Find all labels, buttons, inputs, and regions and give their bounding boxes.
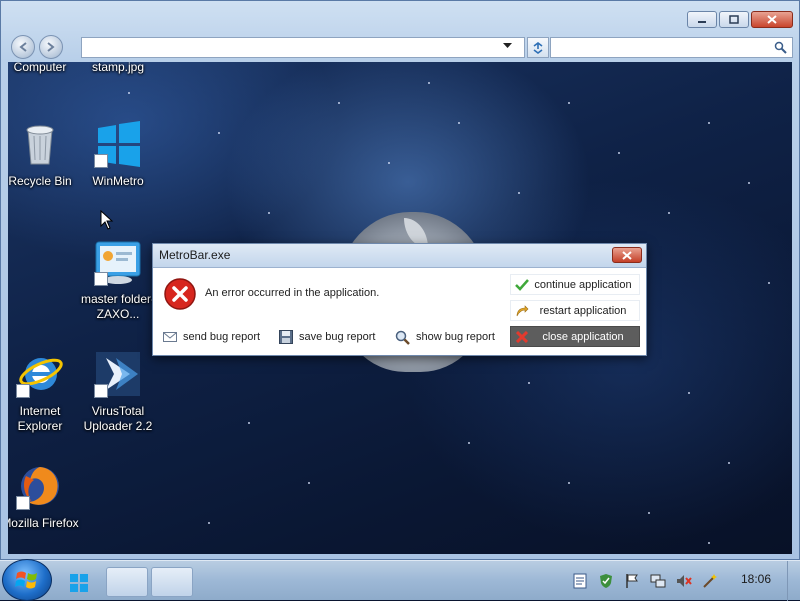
action-label: continue application (534, 278, 632, 291)
show-bug-report-button[interactable]: show bug report (395, 327, 495, 347)
desktop-icon-internet-explorer[interactable]: Internet Explorer (8, 350, 80, 434)
windows-flag-icon (15, 571, 37, 589)
desktop-icon-label: VirusTotal Uploader 2.2 (83, 404, 153, 433)
forward-arrow-icon (47, 42, 55, 52)
desktop-icon-recycle-bin[interactable]: Recycle Bin (8, 120, 80, 189)
start-button[interactable] (2, 559, 52, 601)
refresh-icon (533, 41, 543, 54)
wand-icon[interactable] (702, 573, 718, 589)
network-icon[interactable] (650, 573, 666, 589)
continue-application-button[interactable]: continue application (510, 274, 640, 295)
error-message: An error occurred in the application. (205, 287, 380, 299)
bug-button-label: send bug report (183, 331, 261, 343)
shortcut-arrow-icon (16, 384, 30, 398)
red-x-icon (511, 330, 533, 343)
folder-control-panel-icon (94, 238, 142, 286)
shortcut-arrow-icon (94, 272, 108, 286)
system-tray (572, 573, 718, 589)
navigation-bar (9, 33, 793, 61)
action-center-flag-icon[interactable] (624, 573, 640, 589)
close-icon (622, 250, 632, 260)
back-arrow-icon (19, 42, 27, 52)
close-icon (767, 15, 777, 24)
close-application-button[interactable]: close application (510, 326, 640, 347)
refresh-button[interactable] (527, 37, 549, 58)
security-shield-icon[interactable] (598, 573, 614, 589)
desktop-icon-computer[interactable]: Computer (8, 62, 80, 75)
desktop-icon-label: Internet Explorer (17, 404, 63, 433)
search-input[interactable] (550, 37, 793, 58)
maximize-icon (729, 15, 739, 24)
desktop-icon-master-folder[interactable]: master folder-ZAXO... (78, 238, 158, 322)
action-label: close application (542, 330, 624, 343)
desktop-icon-label: Computer (13, 62, 67, 74)
mail-icon (163, 332, 177, 342)
minimize-icon (698, 20, 706, 23)
show-desktop-button[interactable] (787, 561, 800, 601)
action-label: restart application (539, 304, 627, 317)
dialog-close-button[interactable] (612, 247, 642, 263)
restart-arrow-icon (511, 304, 533, 317)
document-icon[interactable] (572, 573, 588, 589)
shortcut-arrow-icon (94, 384, 108, 398)
desktop-icon-label: Recycle Bin (8, 174, 72, 188)
volume-muted-icon[interactable] (676, 573, 692, 589)
dialog-titlebar[interactable]: MetroBar.exe (153, 244, 646, 268)
desktop-icon-label: stamp.jpg (91, 62, 145, 74)
bug-button-label: save bug report (299, 331, 376, 343)
taskbar-button-2[interactable] (151, 567, 193, 597)
taskbar-button-1[interactable] (106, 567, 148, 597)
mouse-cursor-icon (100, 210, 114, 230)
windows-logo-icon (94, 120, 142, 168)
desktop-icon-winmetro[interactable]: WinMetro (78, 120, 158, 189)
address-bar[interactable] (81, 37, 525, 58)
taskbar: 18:06 (0, 559, 800, 601)
chevron-down-icon[interactable] (503, 43, 512, 49)
dialog-title: MetroBar.exe (159, 248, 231, 262)
desktop-icon-label: WinMetro (92, 174, 144, 188)
save-bug-report-button[interactable]: save bug report (279, 327, 375, 347)
floppy-disk-icon (279, 330, 293, 344)
winmetro-taskbar-icon[interactable] (70, 574, 88, 592)
recycle-bin-icon (16, 120, 64, 168)
error-icon (164, 278, 196, 310)
virustotal-icon (94, 350, 142, 398)
caption-buttons (687, 11, 793, 28)
search-icon[interactable] (774, 41, 787, 54)
maximize-button[interactable] (719, 11, 749, 28)
magnifier-icon (395, 330, 410, 345)
desktop-icon-virustotal[interactable]: VirusTotal Uploader 2.2 (78, 350, 158, 434)
shortcut-arrow-icon (16, 496, 30, 510)
minimize-button[interactable] (687, 11, 717, 28)
forward-button[interactable] (39, 35, 63, 59)
back-button[interactable] (11, 35, 35, 59)
bug-button-label: show bug report (416, 331, 495, 343)
desktop-icon-stamp[interactable]: stamp.jpg (78, 62, 158, 75)
checkmark-icon (511, 278, 533, 291)
taskbar-clock[interactable]: 18:06 (726, 572, 786, 586)
send-bug-report-button[interactable]: send bug report (163, 327, 260, 347)
error-dialog: MetroBar.exe An error occurred in the ap… (152, 243, 647, 356)
desktop-icon-firefox[interactable]: Mozilla Firefox (8, 462, 80, 531)
firefox-icon (16, 462, 64, 510)
close-window-button[interactable] (751, 11, 793, 28)
shortcut-arrow-icon (94, 154, 108, 168)
desktop-icon-label: master folder-ZAXO... (80, 292, 156, 321)
internet-explorer-icon (16, 350, 64, 398)
restart-application-button[interactable]: restart application (510, 300, 640, 321)
desktop-icon-label: Mozilla Firefox (8, 516, 79, 530)
